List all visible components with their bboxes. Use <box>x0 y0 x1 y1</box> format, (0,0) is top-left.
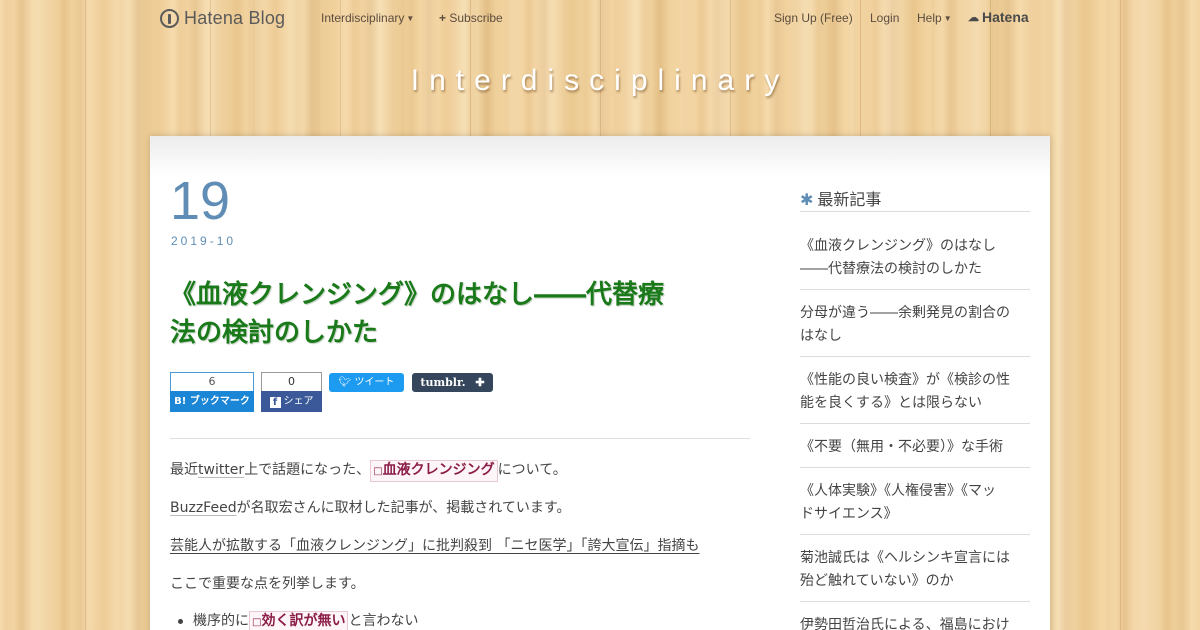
twitter-tweet-label: ツイート <box>354 377 395 388</box>
divider <box>170 438 750 439</box>
help-label: Help <box>917 11 942 25</box>
logo-text: Hatena Blog <box>184 7 286 28</box>
entry-title-line: 法の検討のしかた <box>170 318 379 348</box>
blog-title[interactable]: Interdisciplinary <box>0 64 1200 98</box>
entry-date-year-month[interactable]: 2019-10 <box>171 234 236 248</box>
keyword-link-twitter[interactable]: twitter <box>198 462 244 478</box>
plus-icon: ✚ <box>475 376 485 389</box>
hatena-logo[interactable]: ☁ Hatena <box>968 9 1029 25</box>
global-header: Hatena Blog Interdisciplinary ▼ + Subscri… <box>0 0 1200 36</box>
keyword-link[interactable]: □血液クレンジング <box>370 460 498 482</box>
plus-icon: + <box>439 11 447 25</box>
hatena-blog-logo-icon <box>160 8 179 28</box>
subscribe-button[interactable]: + Subscribe <box>439 11 503 25</box>
twitter-tweet-button[interactable]: 🐦︎ ツイート <box>329 373 404 392</box>
sidebar-item-line: はなし <box>800 328 842 344</box>
facebook-share-count: 0 <box>261 372 322 391</box>
twitter-bird-icon: 🐦︎ <box>338 377 352 388</box>
paragraph-text: について。 <box>497 462 567 478</box>
sidebar-recent-item[interactable]: 分母が違う――余剰発見の割合の はなし <box>800 302 1030 357</box>
sidebar-recent-item[interactable]: 《性能の良い検査》が《検診の性 能を良くする》とは限らない <box>800 369 1030 424</box>
blog-menu-label: Interdisciplinary <box>321 11 405 25</box>
article-link[interactable]: 芸能人が拡散する「血液クレンジング」に批判殺到 「ニセ医学」「誇大宣伝」指摘も <box>170 538 699 554</box>
list-bullet <box>178 619 183 624</box>
sidebar-item-line: 殆ど触れていない》のか <box>800 573 954 589</box>
keyword-link[interactable]: □効く訳が無い <box>249 611 349 630</box>
facebook-share-label-row: f シェア <box>261 391 322 412</box>
sidebar-item-line: 菊池誠氏は《ヘルシンキ宣言には <box>800 550 1010 566</box>
caret-down-icon: ▼ <box>406 14 415 23</box>
list-item: 機序的に □効く訳が無い と言わない <box>193 611 793 630</box>
signup-link[interactable]: Sign Up (Free) <box>774 11 853 25</box>
sidebar-recent-item[interactable]: 《不要（無用・不必要）》な手術 <box>800 436 1030 468</box>
entry-title-line: 《血液クレンジング》のはなし――代替療 <box>170 280 665 310</box>
hatena-bookmark-label: B! ブックマーク <box>170 391 254 412</box>
hatena-logo-text: Hatena <box>982 9 1029 25</box>
subscribe-label: Subscribe <box>449 11 503 25</box>
paragraph-text: 最近 <box>170 462 198 478</box>
sidebar-item-line: 《性能の良い検査》が《検診の性 <box>800 372 1010 388</box>
paragraph: ここで重要な点を列挙します。 <box>170 576 365 592</box>
entry-title[interactable]: 《血液クレンジング》のはなし――代替療 法の検討のしかた <box>170 276 750 352</box>
keyword-link-buzzfeed[interactable]: BuzzFeed <box>170 500 237 516</box>
blog-menu-dropdown[interactable]: Interdisciplinary ▼ <box>321 11 414 25</box>
hatena-bookmark-count: 6 <box>170 372 254 391</box>
hatena-bookmark-button[interactable]: 6 B! ブックマーク <box>170 372 254 412</box>
keyword-text: 血液クレンジング <box>382 462 495 478</box>
sidebar-item-line: ――代替療法の検討のしかた <box>800 261 982 277</box>
tumblr-share-button[interactable]: tumblr. ✚ <box>412 373 493 392</box>
sidebar-item-line: ドサイエンス》 <box>800 506 898 522</box>
sidebar-item-line: 伊勢田哲治氏による、福島におけ <box>800 617 1010 630</box>
paragraph: BuzzFeedが名取宏さんに取材した記事が、掲載されています。 <box>170 498 770 518</box>
hatena-blog-logo[interactable]: Hatena Blog <box>160 7 285 29</box>
facebook-share-label: シェア <box>283 396 314 407</box>
facebook-icon: f <box>269 397 281 408</box>
facebook-share-button[interactable]: 0 f シェア <box>261 372 322 412</box>
sidebar-recent-item[interactable]: 菊池誠氏は《ヘルシンキ宣言には 殆ど触れていない》のか <box>800 547 1030 602</box>
sidebar-item-line: 《人体実験》《人権侵害》《マッ <box>800 483 996 499</box>
caret-down-icon: ▼ <box>943 14 952 23</box>
entry-date-day[interactable]: 19 <box>170 174 230 228</box>
sidebar-item-line: 能を良くする》とは限らない <box>800 395 982 411</box>
sidebar-recent-heading: ✱ 最新記事 <box>800 186 1030 212</box>
keyword-text: 効く訳が無い <box>261 613 346 629</box>
list-item-text: 機序的に <box>193 613 249 629</box>
sidebar-item-line: 分母が違う――余剰発見の割合の <box>800 305 1010 321</box>
hatena-logo-icon: ☁ <box>968 11 979 24</box>
list-item-text: と言わない <box>348 613 419 629</box>
tumblr-label: tumblr. <box>420 376 466 389</box>
paragraph: 芸能人が拡散する「血液クレンジング」に批判殺到 「ニセ医学」「誇大宣伝」指摘も <box>170 536 770 556</box>
keyword-link-icon: □ <box>373 466 383 477</box>
help-dropdown[interactable]: Help ▼ <box>917 11 952 25</box>
sidebar-recent-item[interactable]: 伊勢田哲治氏による、福島におけ <box>800 614 1030 630</box>
asterisk-icon: ✱ <box>800 190 814 209</box>
sidebar-item-line: 《血液クレンジング》のはなし <box>800 238 996 254</box>
paragraph: 最近twitter上で話題になった、 □血液クレンジング について。 <box>170 460 770 482</box>
sidebar-recent-item[interactable]: 《人体実験》《人権侵害》《マッ ドサイエンス》 <box>800 480 1030 535</box>
sidebar-item-line: 《不要（無用・不必要）》な手術 <box>800 439 1003 455</box>
paragraph-text: 上で話題になった、 <box>244 462 371 478</box>
paragraph-text: が名取宏さんに取材した記事が、掲載されています。 <box>236 500 571 516</box>
sidebar-heading-label: 最新記事 <box>817 190 882 209</box>
sidebar-recent-item[interactable]: 《血液クレンジング》のはなし ――代替療法の検討のしかた <box>800 235 1030 290</box>
content-sheet: 19 2019-10 《血液クレンジング》のはなし――代替療 法の検討のしかた … <box>150 136 1050 630</box>
login-link[interactable]: Login <box>870 11 899 25</box>
